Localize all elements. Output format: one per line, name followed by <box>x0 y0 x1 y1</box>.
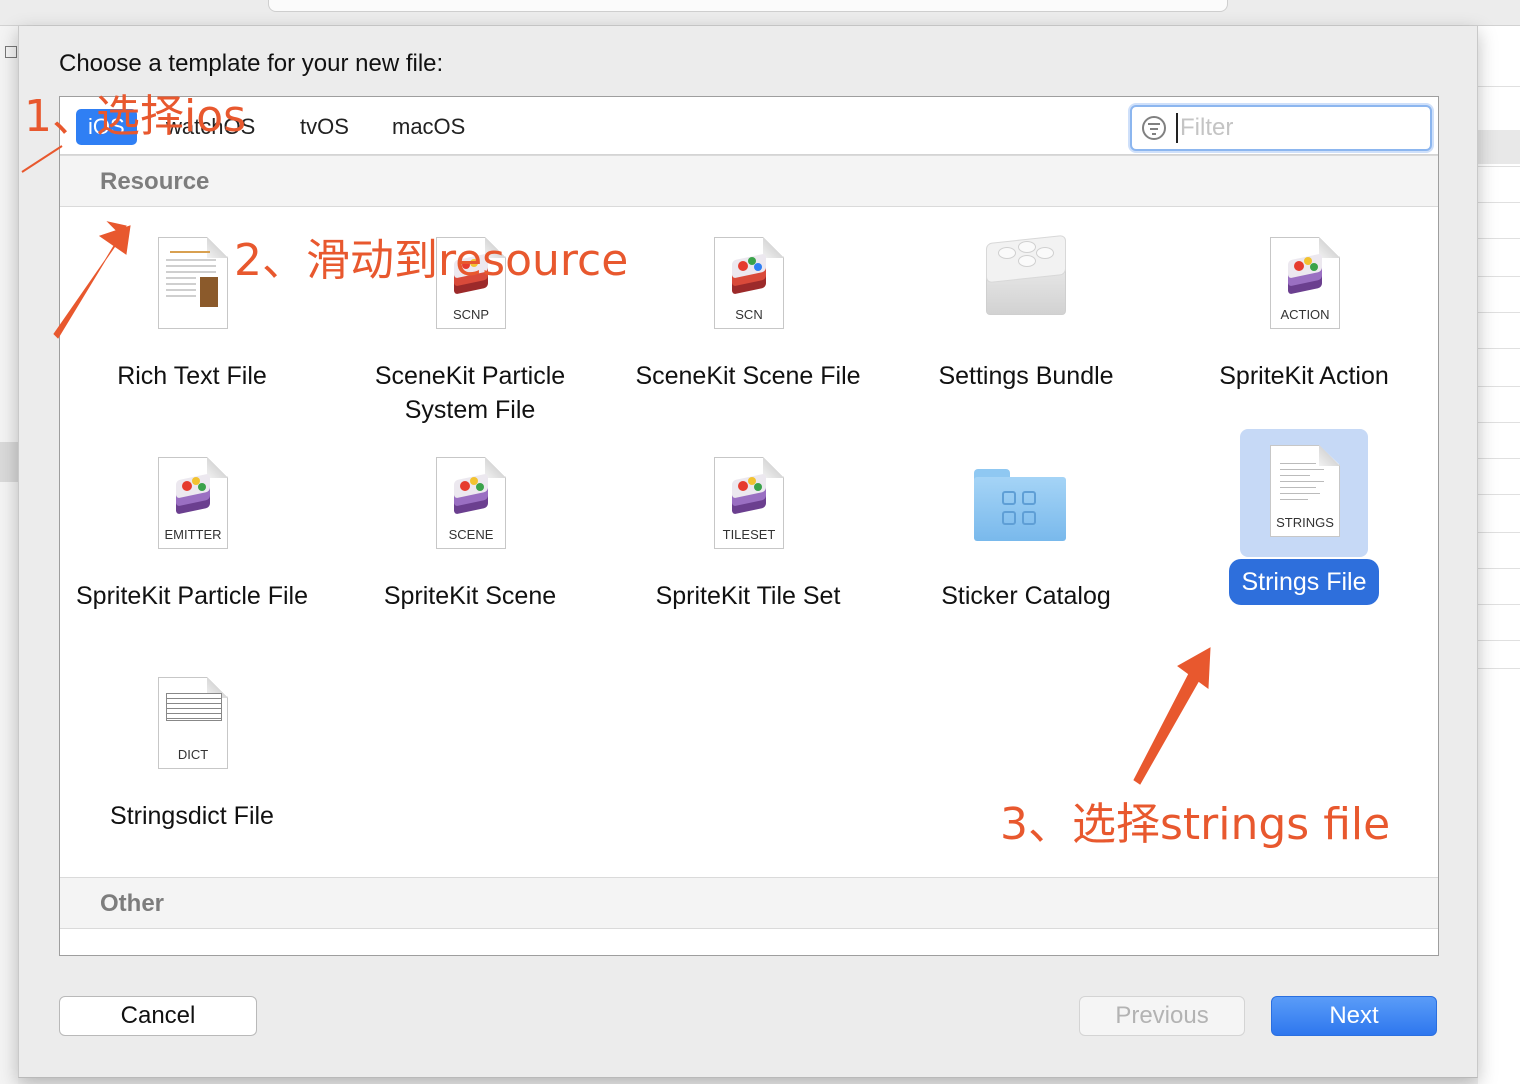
scenekit-scene-icon: SCN <box>684 221 812 349</box>
doc-tag: DICT <box>177 747 209 762</box>
template-settings-bundle[interactable]: Settings Bundle <box>896 221 1156 431</box>
next-button[interactable]: Next <box>1271 996 1437 1036</box>
tab-tvos[interactable]: tvOS <box>288 109 361 145</box>
editor-tab-strip <box>268 0 1228 12</box>
folder-icon <box>962 441 1090 569</box>
annotation-step-2: 2、滑动到resource <box>234 235 629 286</box>
template-label: Strings File <box>1229 559 1379 605</box>
cancel-button[interactable]: Cancel <box>59 996 257 1036</box>
doc-tag: SCNP <box>452 307 490 322</box>
spritekit-scene-icon: SCENE <box>406 441 534 569</box>
section-title-other: Other <box>100 890 165 917</box>
template-label: SceneKit Particle System File <box>374 362 566 424</box>
template-spritekit-tile-set[interactable]: TILESET SpriteKit Tile Set <box>618 441 878 651</box>
strings-doc-icon: STRINGS <box>1240 429 1368 557</box>
section-header-other: Other <box>60 877 1438 929</box>
platform-tab-bar: iOS watchOS tvOS macOS <box>60 97 1438 155</box>
template-label: SceneKit Scene File <box>635 362 861 390</box>
template-label: Rich Text File <box>117 362 267 390</box>
template-label: Settings Bundle <box>938 362 1114 390</box>
template-label: Stringsdict File <box>110 802 274 830</box>
template-label: SpriteKit Scene <box>383 582 557 610</box>
template-label: SpriteKit Tile Set <box>655 582 841 610</box>
template-label: SpriteKit Action <box>1219 362 1389 390</box>
spritekit-emitter-icon: EMITTER <box>128 441 256 569</box>
photo-thumbnail <box>200 277 218 307</box>
template-label: Sticker Catalog <box>941 582 1111 610</box>
section-header-resource: Resource <box>60 155 1438 207</box>
doc-tag: SCENE <box>448 527 494 542</box>
annotation-step-1: 1、选择ios <box>24 91 247 142</box>
doc-tag: STRINGS <box>1276 515 1334 530</box>
doc-tag: TILESET <box>722 527 776 542</box>
tab-macos[interactable]: macOS <box>380 109 477 145</box>
checkbox-icon <box>5 46 17 58</box>
template-spritekit-action[interactable]: ACTION SpriteKit Action <box>1174 221 1434 431</box>
template-spritekit-particle[interactable]: EMITTER SpriteKit Particle File <box>62 441 322 651</box>
section-title-resource: Resource <box>100 168 210 195</box>
doc-tag: EMITTER <box>164 527 222 542</box>
filter-input[interactable] <box>1176 113 1416 143</box>
navigator-strip <box>0 26 18 1084</box>
template-spritekit-scene[interactable]: SCENE SpriteKit Scene <box>340 441 600 651</box>
annotation-step-3: 3、选择strings file <box>1000 799 1391 850</box>
editor-right-strip <box>1478 26 1520 1084</box>
filter-icon <box>1142 116 1166 140</box>
spritekit-tileset-icon: TILESET <box>684 441 812 569</box>
filter-field[interactable] <box>1130 105 1432 151</box>
navigator-selection <box>0 442 18 482</box>
template-scenekit-scene[interactable]: SCN SceneKit Scene File <box>618 221 878 431</box>
template-stringsdict-file[interactable]: DICT Stringsdict File <box>62 661 322 871</box>
template-sticker-catalog[interactable]: Sticker Catalog <box>896 441 1156 651</box>
doc-tag: ACTION <box>1280 307 1330 322</box>
template-label: SpriteKit Particle File <box>75 582 309 610</box>
template-strings-file[interactable]: STRINGS Strings File <box>1174 429 1434 639</box>
sheet-prompt: Choose a template for your new file: <box>59 50 444 77</box>
doc-tag: SCN <box>735 307 763 322</box>
spritekit-action-icon: ACTION <box>1240 221 1368 349</box>
new-file-sheet: Choose a template for your new file: iOS… <box>18 26 1478 1078</box>
table-glyph <box>166 693 222 721</box>
dict-doc-icon: DICT <box>128 661 256 789</box>
previous-button[interactable]: Previous <box>1079 996 1245 1036</box>
settings-bundle-icon <box>962 221 1090 349</box>
